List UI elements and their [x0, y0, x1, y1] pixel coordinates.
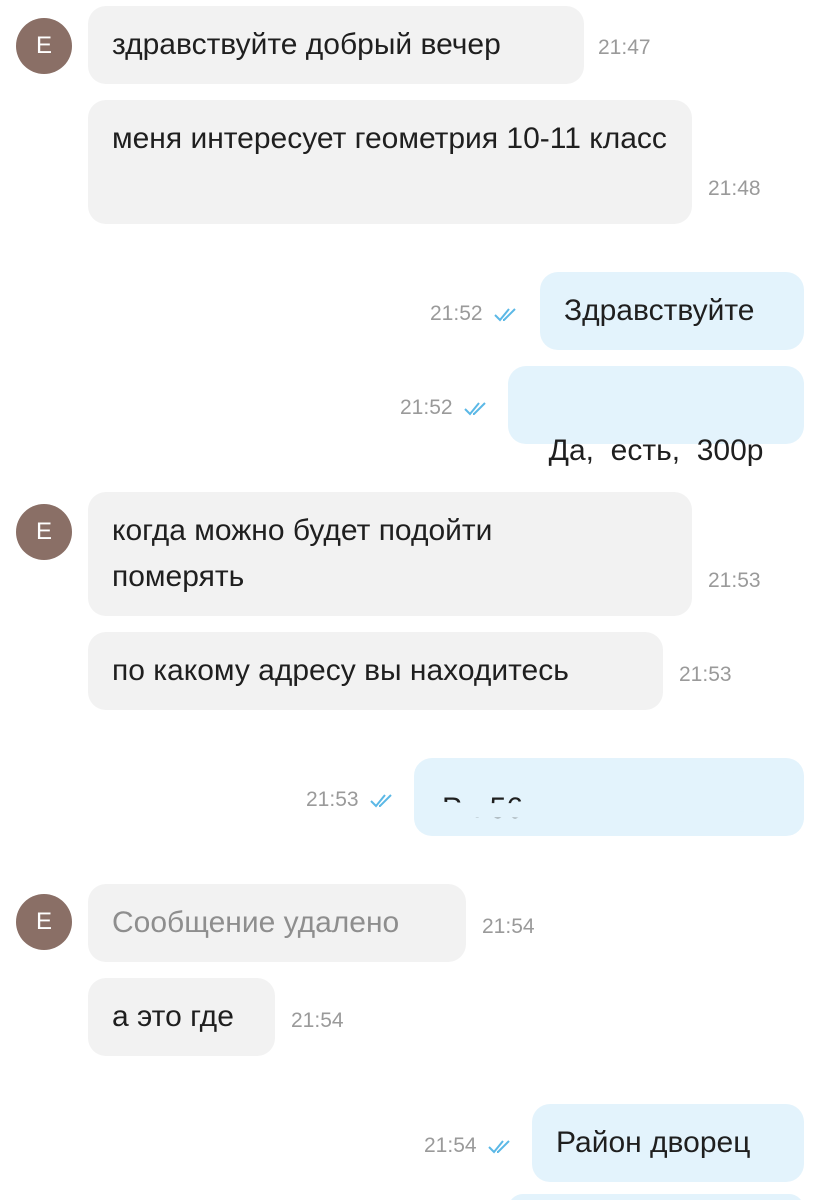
avatar-letter: E: [35, 908, 52, 935]
read-checkmarks-icon: [493, 308, 516, 322]
contact-avatar[interactable]: E: [16, 504, 72, 560]
read-checkmarks-icon: [463, 402, 486, 416]
message-time: 21:53: [708, 569, 761, 592]
message-time: 21:53: [679, 663, 732, 686]
message-time: 21:54: [424, 1134, 513, 1158]
message-time: 21:54: [482, 915, 535, 938]
incoming-message-bubble[interactable]: когда можно будет подойти померять: [88, 492, 692, 616]
redaction-scribble: [414, 759, 804, 836]
message-text: по какому адресу вы находитесь: [112, 654, 569, 687]
message-time: 21:54: [291, 1009, 344, 1032]
message-time: 21:53: [306, 788, 395, 812]
message-time: 21:52: [430, 302, 519, 326]
message-text: меня интересует геометрия 10-11 класс: [112, 122, 667, 155]
message-text: Сообщение удалено: [112, 906, 400, 939]
outgoing-message-bubble[interactable]: Да, есть, 300р: [508, 366, 804, 467]
incoming-message-bubble[interactable]: здравствуйте добрый вечер: [88, 6, 584, 84]
read-checkmarks-icon: [369, 794, 392, 808]
contact-avatar[interactable]: E: [16, 894, 72, 950]
outgoing-message-bubble[interactable]: Здравствуйте: [540, 272, 804, 350]
message-text: Район дворец: [556, 1126, 751, 1159]
message-text: а это где: [112, 1000, 234, 1033]
outgoing-message-bubble-partial[interactable]: [508, 1194, 804, 1200]
message-time: 21:47: [598, 36, 651, 59]
deleted-message-bubble[interactable]: Сообщение удалено: [88, 884, 466, 962]
message-text: Здравствуйте: [564, 294, 755, 327]
message-text: когда можно будет подойти померять: [112, 514, 493, 593]
message-text: здравствуйте добрый вечер: [112, 28, 501, 61]
message-time: 21:52: [400, 396, 489, 420]
outgoing-message-bubble-redacted[interactable]: Р... 56: [414, 758, 804, 836]
message-text: Да, есть, 300р: [548, 434, 764, 467]
incoming-message-bubble[interactable]: меня интересует геометрия 10-11 класс: [88, 100, 692, 224]
message-time: 21:48: [708, 177, 761, 200]
avatar-letter: E: [35, 32, 52, 59]
contact-avatar[interactable]: E: [16, 18, 72, 74]
avatar-letter: E: [35, 518, 52, 545]
outgoing-message-bubble[interactable]: Район дворец: [532, 1104, 804, 1182]
read-checkmarks-icon: [487, 1140, 510, 1154]
incoming-message-bubble[interactable]: а это где: [88, 978, 275, 1056]
incoming-message-bubble[interactable]: по какому адресу вы находитесь: [88, 632, 663, 710]
